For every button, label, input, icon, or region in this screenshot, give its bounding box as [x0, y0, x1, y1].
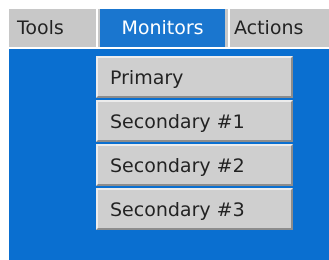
- menu-item-primary[interactable]: Primary: [96, 56, 293, 98]
- menu-actions[interactable]: Actions: [234, 9, 303, 47]
- menu-tools[interactable]: Tools: [17, 9, 64, 47]
- monitors-dropdown: Primary Secondary #1 Secondary #2 Second…: [96, 56, 293, 232]
- menu-item-secondary-1[interactable]: Secondary #1: [96, 100, 293, 142]
- menu-separator: [96, 9, 98, 47]
- menu-bar: Tools Monitors Actions: [9, 9, 329, 47]
- menu-item-secondary-3[interactable]: Secondary #3: [96, 188, 293, 230]
- menu-monitors[interactable]: Monitors: [100, 9, 225, 47]
- menu-separator: [228, 9, 230, 47]
- menu-item-secondary-2[interactable]: Secondary #2: [96, 144, 293, 186]
